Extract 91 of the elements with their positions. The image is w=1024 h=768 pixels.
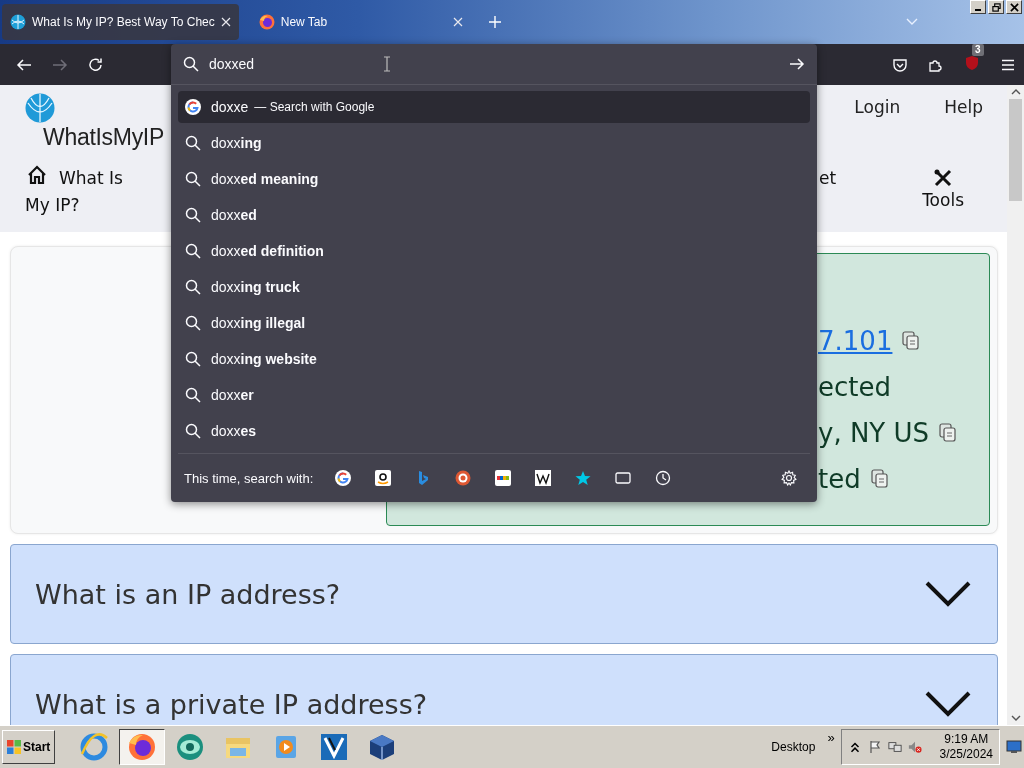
header-link[interactable]: Login	[854, 97, 901, 117]
toolbar-label[interactable]: Desktop	[771, 740, 816, 754]
globe-icon	[10, 14, 26, 30]
video-editor-icon	[319, 732, 350, 762]
shopping-icon[interactable]	[375, 470, 392, 486]
star-icon[interactable]	[575, 470, 592, 486]
copy-icon[interactable]	[870, 469, 889, 489]
chevron-down-icon	[925, 691, 971, 717]
browser-tab[interactable]: New Tab	[250, 4, 471, 40]
tools-icon	[933, 168, 954, 188]
firefox-icon	[258, 14, 275, 30]
search-with-label: This time, search with:	[184, 470, 314, 486]
wikipedia-icon[interactable]	[535, 470, 552, 486]
count-badge: 3	[972, 43, 984, 56]
accordion-header[interactable]: What is an IP address?	[10, 544, 998, 644]
suggestion-row[interactable]: doxxed meaning	[178, 161, 810, 197]
start-logo-icon	[7, 740, 21, 754]
close-icon[interactable]	[220, 17, 231, 27]
address-field[interactable]: doxxed	[209, 56, 269, 72]
restore-icon	[991, 2, 1001, 12]
monitor-icon[interactable]	[1006, 740, 1022, 754]
browser-icon	[79, 732, 110, 762]
more-toolbars-button[interactable]: »	[827, 730, 835, 745]
ip-address-link[interactable]: 7.101	[818, 326, 893, 356]
chevron-down-icon	[925, 581, 971, 607]
ip-info-text: ected	[818, 372, 891, 402]
site-logo-text[interactable]: WhatIsMyIP	[43, 123, 164, 151]
pocket-icon[interactable]	[892, 56, 908, 73]
scroll-down-icon[interactable]	[1010, 715, 1021, 721]
nav-link[interactable]: Tools	[922, 190, 964, 210]
search-icon	[185, 351, 201, 367]
tab-icon[interactable]	[615, 470, 632, 486]
settings-icon[interactable]	[781, 470, 797, 486]
suggestion-row[interactable]: doxxer	[178, 377, 810, 413]
accordion-header[interactable]: What is a private IP address?	[10, 654, 998, 725]
tab-title: What Is My IP? Best Way To Chec	[32, 15, 215, 29]
close-icon	[1009, 2, 1019, 12]
close-icon[interactable]	[452, 17, 463, 27]
suggestion-row[interactable]: doxxe — Search with Google	[178, 91, 810, 123]
flag-icon[interactable]	[867, 740, 882, 754]
ip-info-text: ted	[818, 464, 861, 494]
scrollbar[interactable]	[1007, 85, 1024, 725]
google-icon[interactable]	[335, 470, 352, 486]
scrollbar-thumb[interactable]	[1009, 99, 1022, 201]
eye-icon	[175, 732, 206, 762]
nav-link[interactable]: et	[819, 165, 837, 192]
clock-icon[interactable]	[655, 470, 672, 486]
scroll-up-icon[interactable]	[1010, 89, 1021, 95]
back-icon[interactable]	[16, 56, 32, 73]
minimize-icon	[975, 9, 981, 11]
ip-info-text: y, NY US	[818, 418, 930, 448]
go-arrow-icon[interactable]	[789, 56, 805, 72]
clock-time[interactable]: 9:19 AM	[944, 732, 989, 747]
suggestion-row[interactable]: doxxed	[178, 197, 810, 233]
suggestion-row[interactable]: doxxing truck	[178, 269, 810, 305]
nav-link[interactable]: What Is My IP?	[25, 165, 135, 219]
minimize-button[interactable]	[970, 0, 986, 14]
globe-logo-icon[interactable]	[25, 93, 55, 123]
home-icon	[27, 165, 47, 185]
clock-date[interactable]: 3/25/2024	[939, 747, 993, 762]
start-button[interactable]: Start	[2, 730, 56, 764]
suggestion-row[interactable]: doxxing website	[178, 341, 810, 377]
google-icon	[185, 99, 201, 115]
search-icon	[185, 423, 201, 439]
add-icon[interactable]	[488, 16, 501, 28]
browser-tab[interactable]: What Is My IP? Best Way To Chec	[2, 4, 239, 40]
restore-button[interactable]	[988, 0, 1004, 14]
search-icon	[185, 135, 201, 151]
taskbar-app[interactable]	[119, 729, 166, 765]
text-cursor-icon	[383, 56, 391, 72]
search-icon	[185, 279, 201, 295]
search-icon	[183, 56, 199, 72]
firefox-icon	[127, 732, 158, 762]
copy-icon[interactable]	[902, 331, 921, 351]
suggestion-row[interactable]: doxxing illegal	[178, 305, 810, 341]
close-button[interactable]	[1006, 0, 1022, 14]
network-icon[interactable]	[887, 740, 902, 754]
header-link[interactable]: Help	[944, 97, 983, 117]
search-icon	[185, 207, 201, 223]
muted-speaker-icon[interactable]	[907, 740, 922, 754]
suggestion-row[interactable]: doxxed definition	[178, 233, 810, 269]
search-icon	[185, 171, 201, 187]
search-icon	[185, 387, 201, 403]
suggestion-row[interactable]: doxxes	[178, 413, 810, 449]
tab-title: New Tab	[280, 15, 329, 29]
reload-icon[interactable]	[88, 56, 104, 73]
search-icon	[185, 315, 201, 331]
suggestion-row[interactable]: doxxing	[178, 125, 810, 161]
shield-icon[interactable]	[964, 54, 980, 71]
copy-icon[interactable]	[939, 423, 958, 443]
search-icon	[185, 243, 201, 259]
